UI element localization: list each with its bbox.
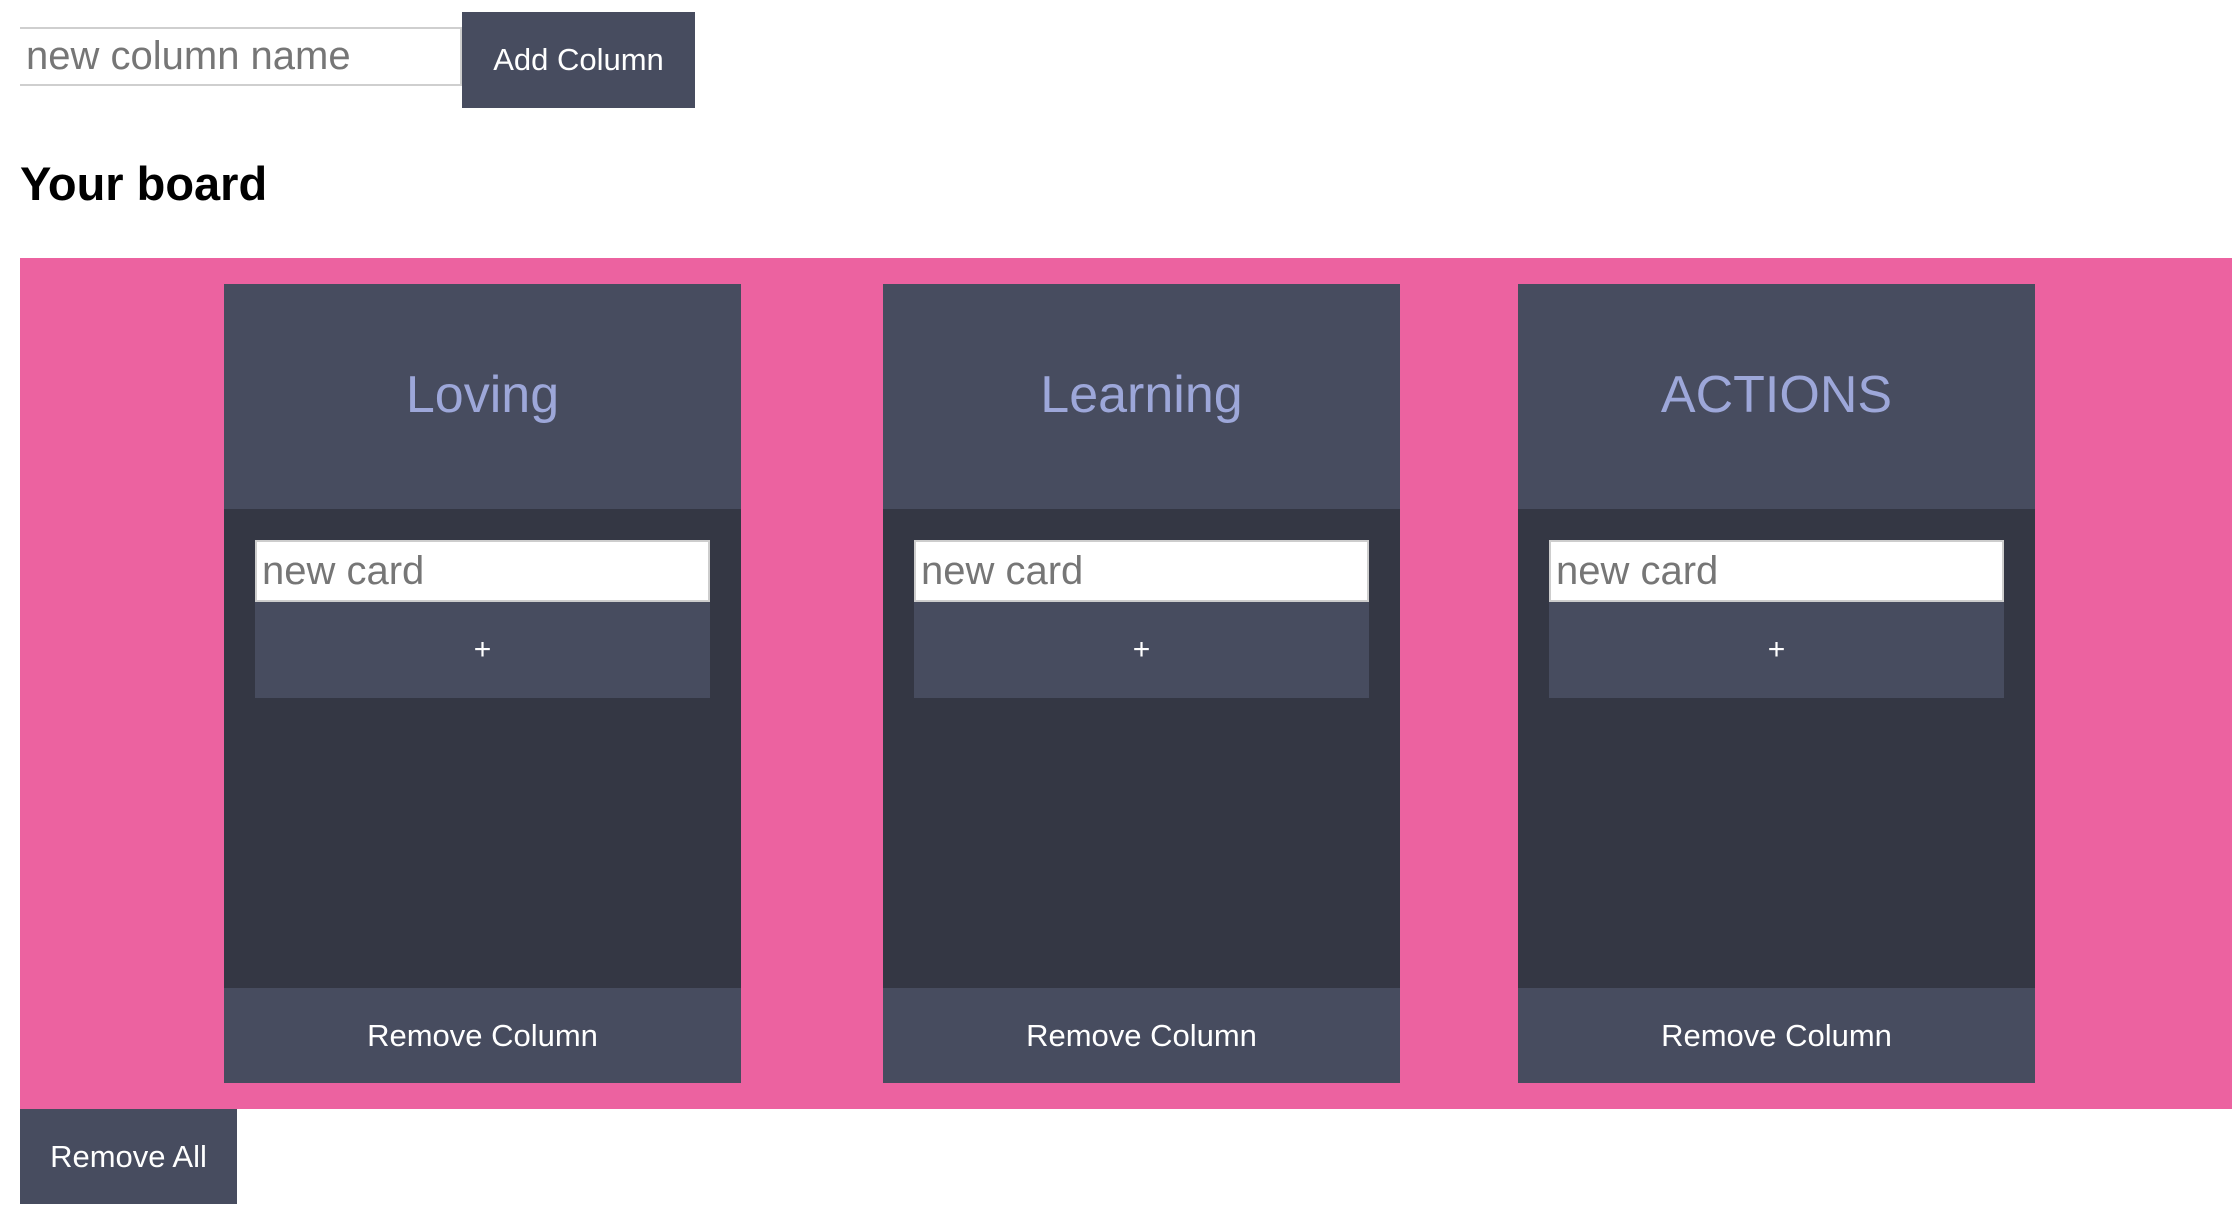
column-title: ACTIONS — [1660, 365, 1893, 424]
column-learning: Learning + Remove Column — [883, 284, 1400, 1083]
column-loving: Loving + Remove Column — [224, 284, 741, 1083]
board: Loving + Remove Column Learning + Remove… — [20, 258, 2232, 1109]
add-card-button[interactable]: + — [1549, 602, 2004, 698]
remove-column-button[interactable]: Remove Column — [1518, 988, 2035, 1083]
plus-icon: + — [1132, 633, 1151, 666]
add-column-button[interactable]: Add Column — [462, 12, 695, 108]
remove-column-button[interactable]: Remove Column — [883, 988, 1400, 1083]
new-column-name-input[interactable] — [20, 27, 462, 86]
remove-all-button[interactable]: Remove All — [20, 1109, 237, 1204]
add-card-button[interactable]: + — [914, 602, 1369, 698]
column-title: Learning — [1040, 365, 1243, 424]
board-title: Your board — [20, 157, 268, 210]
column-header: Learning — [883, 284, 1400, 509]
column-header: Loving — [224, 284, 741, 509]
column-title: Loving — [405, 365, 560, 424]
plus-icon: + — [1767, 633, 1786, 666]
column-actions: ACTIONS + Remove Column — [1518, 284, 2035, 1083]
plus-icon: + — [473, 633, 492, 666]
new-card-input[interactable] — [255, 540, 710, 602]
new-card-input[interactable] — [1549, 540, 2004, 602]
new-card-input[interactable] — [914, 540, 1369, 602]
remove-column-button[interactable]: Remove Column — [224, 988, 741, 1083]
add-card-button[interactable]: + — [255, 602, 710, 698]
column-header: ACTIONS — [1518, 284, 2035, 509]
